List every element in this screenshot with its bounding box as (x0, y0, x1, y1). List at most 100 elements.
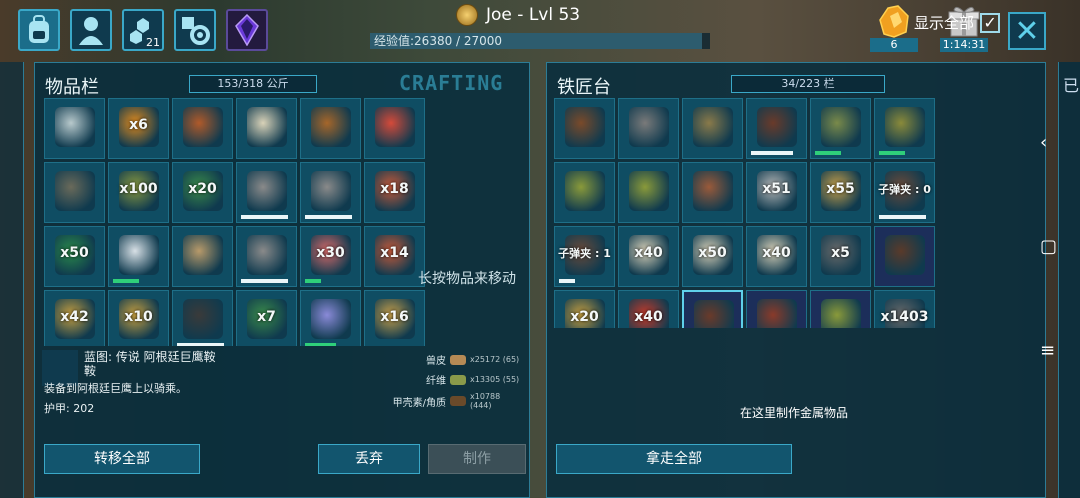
inventory-slot[interactable]: x6 (108, 98, 169, 159)
inventory-weight: 153/318 公斤 (189, 75, 317, 93)
smithy-slot[interactable]: x50 (682, 226, 743, 287)
smithy-empty-text: 在这里制作金属物品 (740, 406, 849, 420)
inventory-slot[interactable] (300, 98, 361, 159)
item-quantity: x40 (634, 245, 663, 261)
spoil-bar (113, 279, 139, 283)
item-icon (821, 299, 861, 328)
req-name: 兽皮 (426, 356, 446, 367)
drop-button[interactable]: 丢弃 (318, 444, 420, 474)
item-title: 蓝图: 传说 阿根廷巨鹰鞍 鞍 (84, 350, 244, 378)
item-icon (757, 299, 797, 328)
take-all-button[interactable]: 拿走全部 (556, 444, 792, 474)
character-icon[interactable] (70, 9, 112, 51)
smithy-slot[interactable]: x5 (810, 226, 871, 287)
inventory-slot[interactable] (44, 98, 105, 159)
inventory-title: 物品栏 (45, 77, 99, 98)
smithy-title: 铁匠台 (557, 77, 611, 98)
back-nav-icon[interactable]: ‹ (1040, 132, 1047, 153)
inventory-slot[interactable] (300, 290, 361, 346)
inventory-slot[interactable]: x7 (236, 290, 297, 346)
engrams-icon[interactable]: 21 (122, 9, 164, 51)
chitin-icon (450, 396, 466, 406)
player-name: Joe - Lvl 53 (486, 5, 581, 25)
craft-button[interactable]: 制作 (428, 444, 526, 474)
inventory-slot[interactable] (364, 98, 425, 159)
inventory-slot[interactable]: x10 (108, 290, 169, 346)
smithy-slot[interactable] (746, 98, 807, 159)
smithy-slot[interactable]: x40 (618, 226, 679, 287)
home-nav-icon[interactable]: ▢ (1040, 236, 1057, 257)
smithy-slot[interactable] (618, 162, 679, 223)
smithy-slot[interactable]: x51 (746, 162, 807, 223)
crystal-icon[interactable] (226, 9, 268, 51)
item-quantity: x5 (831, 245, 850, 261)
inventory-slot[interactable]: x42 (44, 290, 105, 346)
smithy-slot[interactable]: x40 (746, 226, 807, 287)
show-all-checkbox[interactable]: ✓ (980, 12, 1001, 33)
item-quantity: x16 (380, 309, 409, 325)
smithy-slot[interactable]: 子弹夹 : 0 (874, 162, 935, 223)
item-quantity: x40 (634, 309, 663, 325)
inventory-slot[interactable] (172, 290, 233, 346)
smithy-slot[interactable] (874, 226, 935, 287)
item-icon (247, 235, 287, 275)
req-value: x25172 (65) (470, 355, 520, 364)
amber-resource[interactable]: 6 (870, 4, 918, 54)
inventory-slot[interactable]: x18 (364, 162, 425, 223)
inventory-slot[interactable]: x50 (44, 226, 105, 287)
item-icon (694, 300, 734, 328)
smithy-slot[interactable] (874, 98, 935, 159)
smithy-slot[interactable]: 子弹夹 : 1 (554, 226, 615, 287)
show-all-label: 显示全部 (914, 14, 975, 32)
item-quantity: x1403 (880, 309, 929, 325)
inventory-slot[interactable]: x100 (108, 162, 169, 223)
item-quantity: x30 (316, 245, 345, 261)
smithy-slot[interactable] (618, 98, 679, 159)
item-icon (885, 235, 925, 275)
gift-timer: 1:14:31 (940, 38, 988, 52)
smithy-capacity: 34/223 栏 (731, 75, 885, 93)
smithy-slot[interactable] (682, 290, 743, 328)
durability-bar (241, 279, 288, 283)
inventory-slot[interactable] (172, 226, 233, 287)
durability-bar (559, 279, 575, 283)
smithy-slot[interactable] (810, 290, 871, 328)
item-armor: 护甲: 202 (44, 402, 95, 415)
inventory-slot[interactable] (236, 162, 297, 223)
item-quantity: x55 (826, 181, 855, 197)
engram-points-count: 21 (146, 36, 160, 49)
smithy-slot[interactable]: x40 (618, 290, 679, 328)
inventory-slot[interactable] (236, 226, 297, 287)
settings-icon[interactable] (174, 9, 216, 51)
smithy-slot[interactable]: x20 (554, 290, 615, 328)
inventory-slot[interactable]: x16 (364, 290, 425, 346)
item-icon (757, 107, 797, 147)
inventory-slot[interactable]: x30 (300, 226, 361, 287)
inventory-slot[interactable] (108, 226, 169, 287)
inventory-slot[interactable]: x14 (364, 226, 425, 287)
smithy-slot[interactable] (682, 162, 743, 223)
inventory-slot[interactable] (300, 162, 361, 223)
left-edge-panel (0, 62, 24, 498)
item-icon (693, 171, 733, 211)
menu-nav-icon[interactable]: ≡ (1040, 340, 1055, 361)
req-name: 纤维 (426, 376, 446, 387)
inventory-slot[interactable]: x20 (172, 162, 233, 223)
smithy-slot[interactable] (682, 98, 743, 159)
close-button[interactable]: ✕ (1008, 12, 1046, 50)
inventory-slot[interactable] (172, 98, 233, 159)
smithy-slot[interactable]: x55 (810, 162, 871, 223)
item-quantity: x6 (129, 117, 148, 133)
smithy-slot[interactable] (554, 162, 615, 223)
show-all-toggle[interactable]: 显示全部 ✓ (914, 12, 1001, 33)
smithy-slot[interactable]: x1403 (874, 290, 935, 328)
inventory-slot[interactable] (44, 162, 105, 223)
smithy-slot[interactable] (810, 98, 871, 159)
smithy-slot[interactable] (554, 98, 615, 159)
backpack-icon[interactable] (18, 9, 60, 51)
transfer-all-button[interactable]: 转移全部 (44, 444, 200, 474)
inventory-slot[interactable] (236, 98, 297, 159)
smithy-slot[interactable] (746, 290, 807, 328)
close-icon: ✕ (1014, 13, 1040, 49)
item-icon (247, 107, 287, 147)
